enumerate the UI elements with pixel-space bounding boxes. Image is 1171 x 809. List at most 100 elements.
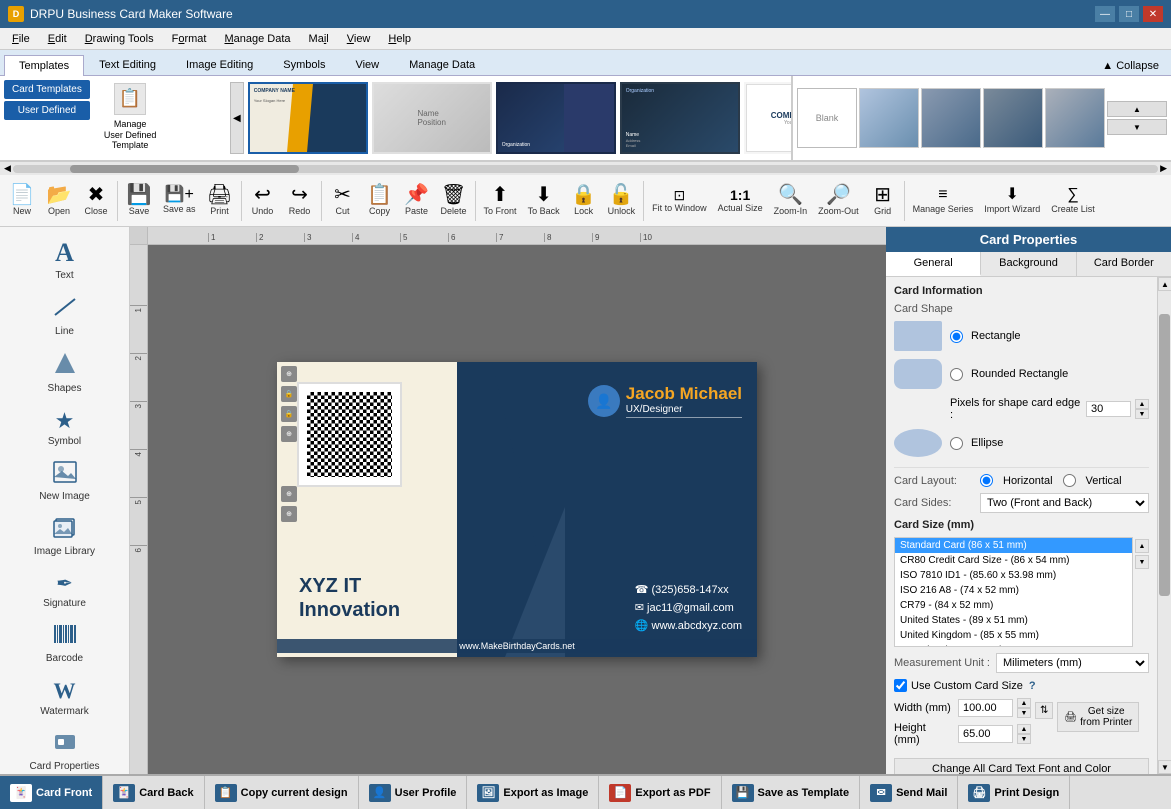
size-item-iso7810[interactable]: ISO 7810 ID1 - (85.60 x 53.98 mm) [895,568,1132,583]
menu-drawingt[interactable]: Drawing Tools [77,31,162,47]
custom-size-checkbox[interactable] [894,679,907,692]
size-item-cr79[interactable]: CR79 - (84 x 52 mm) [895,598,1132,613]
shape-radio-ellipse[interactable] [950,437,963,450]
size-item-cr80[interactable]: CR80 Credit Card Size - (86 x 54 mm) [895,553,1132,568]
size-list-down[interactable]: ▼ [1135,555,1149,569]
style-thumb-4[interactable] [983,88,1043,148]
card-canvas[interactable]: XYZ IT Innovation 👤 Jacob Michael UX/Des… [277,362,757,657]
tool-shapes[interactable]: Shapes [4,345,125,400]
saveastemplate-button[interactable]: 💾 Save as Template [722,776,861,809]
style-scroll-up[interactable]: ▲ [1107,101,1167,117]
redo-button[interactable]: ↪ Redo [282,183,318,218]
tool-cardproperties[interactable]: Card Properties [4,725,125,774]
cardfront-button[interactable]: 🃏 Card Front [0,776,103,809]
actualsize-button[interactable]: 1:1 Actual Size [713,186,768,215]
cut-button[interactable]: ✂ Cut [325,183,361,218]
scrollbar-down[interactable]: ▼ [1158,760,1171,774]
shape-label-rounded[interactable]: Rounded Rectangle [971,368,1068,380]
right-panel-scrollbar[interactable]: ▲ ▼ [1157,277,1171,774]
menu-format[interactable]: Format [164,31,215,47]
style-thumb-5[interactable] [1045,88,1105,148]
height-up[interactable]: ▲ [1017,724,1031,734]
tofront-button[interactable]: ⬆ To Front [479,183,522,218]
tab-symbols[interactable]: Symbols [268,54,340,75]
user-defined-button[interactable]: User Defined [4,101,90,120]
tool-barcode[interactable]: Barcode [4,617,125,670]
tool-symbol[interactable]: ★ Symbol [4,402,125,453]
printdesign-button[interactable]: 🖨 Print Design [958,776,1070,809]
tab-textediting[interactable]: Text Editing [84,54,171,75]
pixels-up[interactable]: ▲ [1135,399,1149,409]
hscroll-right[interactable]: ▶ [1158,163,1169,174]
horizontal-scrollbar[interactable]: ◀ ▶ [0,161,1171,175]
template-thumb-3[interactable]: Organization [496,82,616,154]
tab-cardborder[interactable]: Card Border [1077,252,1171,276]
layout-radio-horizontal[interactable] [980,474,993,487]
height-down[interactable]: ▼ [1017,734,1031,744]
menu-edit[interactable]: Edit [40,31,75,47]
copycurrent-button[interactable]: 📋 Copy current design [205,776,359,809]
menu-mail[interactable]: Mail [301,31,337,47]
size-item-us[interactable]: United States - (89 x 51 mm) [895,613,1132,628]
swap-dimensions-button[interactable]: ⇅ [1035,702,1053,719]
manage-template-button[interactable]: ManageUser DefinedTemplate [98,117,163,153]
layout-horizontal-label[interactable]: Horizontal [1003,475,1053,487]
pixels-down[interactable]: ▼ [1135,409,1149,419]
scroll-left-arrow[interactable]: ◀ [230,82,244,154]
delete-button[interactable]: 🗑 Delete [436,183,472,218]
hscroll-left[interactable]: ◀ [2,163,13,174]
exportimage-button[interactable]: 🖼 Export as Image [467,776,599,809]
manageseries-button[interactable]: ≡ Manage Series [908,185,979,216]
menu-view[interactable]: View [339,31,379,47]
change-font-button[interactable]: Change All Card Text Font and Color [894,758,1149,774]
exportpdf-button[interactable]: 📄 Export as PDF [599,776,721,809]
width-up[interactable]: ▲ [1017,698,1031,708]
custom-size-label[interactable]: Use Custom Card Size [911,680,1023,692]
tool-watermark[interactable]: W Watermark [4,672,125,723]
undo-button[interactable]: ↩ Undo [245,183,281,218]
shape-label-rectangle[interactable]: Rectangle [971,330,1021,342]
tab-templates[interactable]: Templates [4,55,84,76]
template-thumb-4[interactable]: Organization Name Address Email [620,82,740,154]
createlist-button[interactable]: ∑ Create List [1046,185,1100,216]
style-scroll-down[interactable]: ▼ [1107,119,1167,135]
style-thumb-3[interactable] [921,88,981,148]
size-item-isoa8[interactable]: ISO 216 A8 - (74 x 52 mm) [895,583,1132,598]
width-down[interactable]: ▼ [1017,708,1031,718]
template-thumb-1[interactable]: COMPANY NAME Your Slogan Here [248,82,368,154]
tab-imageediting[interactable]: Image Editing [171,54,268,75]
custom-size-help[interactable]: ? [1029,680,1036,692]
card-sides-select[interactable]: Two (Front and Back) One (Front Only) [980,493,1149,513]
new-button[interactable]: 📄 New [4,183,40,218]
layout-vertical-label[interactable]: Vertical [1086,475,1122,487]
tool-imagelibrary[interactable]: Image Library [4,510,125,563]
saveas-button[interactable]: 💾+ Save as [158,185,201,216]
size-item-canada[interactable]: Canada - (89 x 51 mm) [895,643,1132,647]
scrollbar-up[interactable]: ▲ [1158,277,1171,291]
zoomin-button[interactable]: 🔍 Zoom-In [769,183,813,218]
shape-radio-rounded[interactable] [950,368,963,381]
tool-newimage[interactable]: New Image [4,455,125,508]
close-button[interactable]: ✖ Close [78,183,114,218]
shape-label-ellipse[interactable]: Ellipse [971,437,1003,449]
card-templates-button[interactable]: Card Templates [4,80,90,99]
unlock-button[interactable]: 🔓 Unlock [603,183,641,218]
scrollbar-thumb[interactable] [1159,314,1170,595]
paste-button[interactable]: 📌 Paste [399,183,435,218]
template-thumb-5[interactable]: COMPANY NAME Your Slogan Here [744,82,792,154]
size-item-standard[interactable]: Standard Card (86 x 51 mm) [895,538,1132,553]
height-input[interactable] [958,725,1013,743]
userprofile-button[interactable]: 👤 User Profile [359,776,468,809]
layout-radio-vertical[interactable] [1063,474,1076,487]
width-input[interactable] [958,699,1013,717]
size-item-uk[interactable]: United Kingdom - (85 x 55 mm) [895,628,1132,643]
maximize-button[interactable]: □ [1119,6,1139,22]
pixels-input[interactable] [1086,401,1131,417]
toback-button[interactable]: ⬇ To Back [523,183,565,218]
tab-managedata[interactable]: Manage Data [394,54,490,75]
side-tool-6[interactable]: ⊕ [281,506,297,522]
grid-button[interactable]: ⊞ Grid [865,183,901,218]
open-button[interactable]: 📂 Open [41,183,77,218]
size-list-up[interactable]: ▲ [1135,539,1149,553]
shape-radio-rectangle[interactable] [950,330,963,343]
